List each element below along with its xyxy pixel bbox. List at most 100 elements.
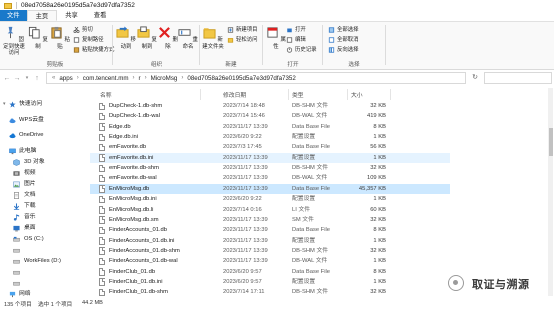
column-header-size[interactable]: 大小 [351, 90, 363, 100]
file-size: 45,357 KB [358, 185, 386, 192]
file-date: 2023/11/17 13:39 [223, 247, 268, 254]
column-header-date[interactable]: 修改日期 [223, 90, 246, 100]
invert-selection-button[interactable]: 反向选择 [328, 46, 359, 54]
open-group: 属性 打开 编辑 历史记录 打开 [264, 24, 322, 68]
table-row[interactable]: Edge.db.ini 2023/6/20 9:22 配置设置 1 KB [90, 132, 450, 142]
table-row[interactable]: emFavorite.db.ini 2023/11/17 13:39 配置设置 1 K… [90, 152, 450, 164]
forward-arrow-icon[interactable]: → [12, 75, 22, 82]
breadcrumb-com-tencent-mm[interactable]: com.tencent.mm [83, 75, 129, 82]
address-bar[interactable]: « apps › com.tencent.mm › r › MicroMsg ›… [46, 72, 466, 84]
file-size: 419 KB [366, 113, 386, 120]
ribbon-tabs: 文件 主页 共享 查看 [0, 10, 554, 22]
back-arrow-icon[interactable]: ← [2, 75, 12, 82]
table-row[interactable]: FinderAccounts_01.db-wal 2023/11/17 13:39… [90, 256, 450, 266]
file-type: 配置设置 [292, 134, 316, 141]
chevron-down-icon[interactable]: ▾ [3, 99, 6, 110]
history-button[interactable]: 历史记录 [286, 46, 317, 54]
file-size: 32 KB [370, 216, 386, 223]
breadcrumb-apps[interactable]: apps [59, 75, 72, 82]
breadcrumb-separator-icon: › [144, 75, 147, 81]
select-group-label: 选择 [348, 62, 360, 68]
file-icon [99, 123, 105, 131]
table-row[interactable]: EnMicroMsg.db.sm 2023/11/17 13:39 SM 文件 32 … [90, 215, 450, 225]
select-all-button[interactable]: 全部选择 [328, 26, 359, 34]
breadcrumb-micromsg[interactable]: MicroMsg [151, 75, 178, 82]
cut-button[interactable]: 剪切 [73, 26, 93, 34]
vertical-scrollbar[interactable] [548, 88, 553, 296]
new-item-button[interactable]: 新建项目 [227, 26, 258, 34]
rename-button[interactable]: 重命名 [176, 26, 200, 50]
table-row[interactable]: FinderClub_01.db.ini 2023/6/20 9:57 配置设置 1 … [90, 277, 450, 287]
column-header-name[interactable]: 名称 [100, 90, 112, 100]
column-divider[interactable] [200, 89, 201, 100]
file-name: DupCheck-1.db-shm [109, 103, 163, 109]
file-size: 8 KB [373, 268, 386, 275]
table-row[interactable]: Edge.db 2023/11/17 13:39 Data Base File 8 K… [90, 122, 450, 132]
column-divider[interactable] [347, 89, 348, 100]
open-button[interactable]: 打开 [286, 26, 306, 34]
file-icon [99, 164, 105, 173]
table-row[interactable]: DupCheck-1.db-shm 2023/7/14 18:48 DB-SHM 文… [90, 101, 450, 111]
pin-quick-access-button[interactable]: 固定到快速访问 [2, 26, 26, 57]
file-type: Data Base File [292, 227, 331, 234]
table-row[interactable]: EnMicroMsg.db 2023/11/17 13:39 Data Base F… [90, 183, 450, 195]
file-icon [99, 102, 105, 110]
table-row[interactable]: emFavorite.db-shm 2023/11/17 13:39 DB-SHM … [90, 163, 450, 173]
file-name: emFavorite.db [109, 144, 147, 151]
group-divider [199, 25, 200, 65]
new-folder-button[interactable]: 新建文件夹 [201, 26, 225, 50]
file-type: DB-WAL 文件 [292, 175, 328, 182]
file-icon [99, 278, 105, 286]
file-name: EnMicroMsg.db [109, 185, 150, 192]
table-row[interactable]: EnMicroMsg.db.li 2023/7/14 0:16 LI 文件 60 KB [90, 205, 450, 215]
recent-chevron-icon[interactable]: ▾ [22, 75, 32, 81]
file-type: DB-WAL 文件 [292, 258, 328, 265]
table-row[interactable]: EnMicroMsg.db.ini 2023/6/20 9:22 配置设置 1 KB [90, 194, 450, 204]
up-arrow-icon[interactable]: ↑ [32, 75, 42, 82]
pin-icon [7, 26, 14, 39]
table-row[interactable]: emFavorite.db-wal 2023/11/17 13:39 DB-WAL … [90, 173, 450, 183]
file-icon [99, 206, 105, 214]
title-separator [16, 2, 17, 9]
file-icon [99, 112, 105, 121]
table-row[interactable]: DupCheck-1.db-wal 2023/7/14 15:46 DB-WAL 文… [90, 111, 450, 121]
paste-button[interactable]: 粘贴 [48, 26, 72, 50]
column-divider[interactable] [288, 89, 289, 100]
table-row[interactable]: FinderAccounts_01.db-shm 2023/11/17 13:39… [90, 246, 450, 256]
select-none-button[interactable]: 全部取消 [328, 36, 359, 44]
copy-button[interactable]: 复制 [26, 26, 50, 50]
breadcrumb-overflow-icon[interactable]: « [52, 75, 55, 81]
table-row[interactable]: FinderAccounts_01.db.ini 2023/11/17 13:39… [90, 236, 450, 246]
tab-view[interactable]: 查看 [86, 10, 115, 21]
paste-shortcut-button[interactable]: 粘贴快捷方式 [73, 46, 114, 54]
column-divider[interactable] [390, 89, 391, 100]
clipboard-group-label: 剪贴板 [46, 62, 64, 68]
file-name: EnMicroMsg.db.li [109, 206, 154, 213]
watermark: 取证与溯源 [446, 271, 554, 295]
breadcrumb-r[interactable]: r [139, 75, 141, 82]
organize-group-label: 组织 [150, 62, 163, 68]
tab-file[interactable]: 文件 [0, 10, 27, 21]
edit-button[interactable]: 编辑 [286, 36, 306, 44]
tab-share[interactable]: 共享 [57, 10, 86, 21]
column-header-type[interactable]: 类型 [292, 90, 304, 100]
table-row[interactable]: FinderClub_01.db-shm 2023/7/14 17:11 DB-SH… [90, 287, 450, 297]
copy-path-button[interactable]: 复制路径 [73, 36, 104, 44]
properties-button[interactable]: 属性 [264, 26, 288, 50]
breadcrumb-current-folder[interactable]: 08ed7058a26e0195d5a7e3d97dfa7352 [187, 75, 295, 82]
file-size: 109 KB [366, 175, 386, 182]
scrollbar-thumb[interactable] [548, 128, 553, 156]
tab-home[interactable]: 主页 [26, 10, 58, 21]
search-input[interactable] [484, 72, 552, 84]
easy-access-button[interactable]: 轻松访问 [227, 36, 258, 44]
table-row[interactable]: emFavorite.db 2023/7/3 17:45 Data Base Fil… [90, 142, 450, 152]
sidebar-item-label: WorkFiles (D:) [24, 258, 61, 264]
refresh-icon[interactable]: ↻ [470, 73, 480, 83]
new-item-label: 新建项目 [236, 27, 258, 33]
table-row[interactable]: FinderClub_01.db 2023/6/20 9:57 Data Base … [90, 267, 450, 277]
navigation-bar: ← → ▾ ↑ « apps › com.tencent.mm › r › Mi… [0, 71, 554, 85]
selection-size: 44.2 MB [82, 300, 103, 306]
table-row[interactable]: FinderAccounts_01.db 2023/11/17 13:39 Data… [90, 225, 450, 235]
sidebar-item-label: 网络 [19, 291, 31, 297]
sidebar-item-label: OneDrive [19, 132, 44, 138]
